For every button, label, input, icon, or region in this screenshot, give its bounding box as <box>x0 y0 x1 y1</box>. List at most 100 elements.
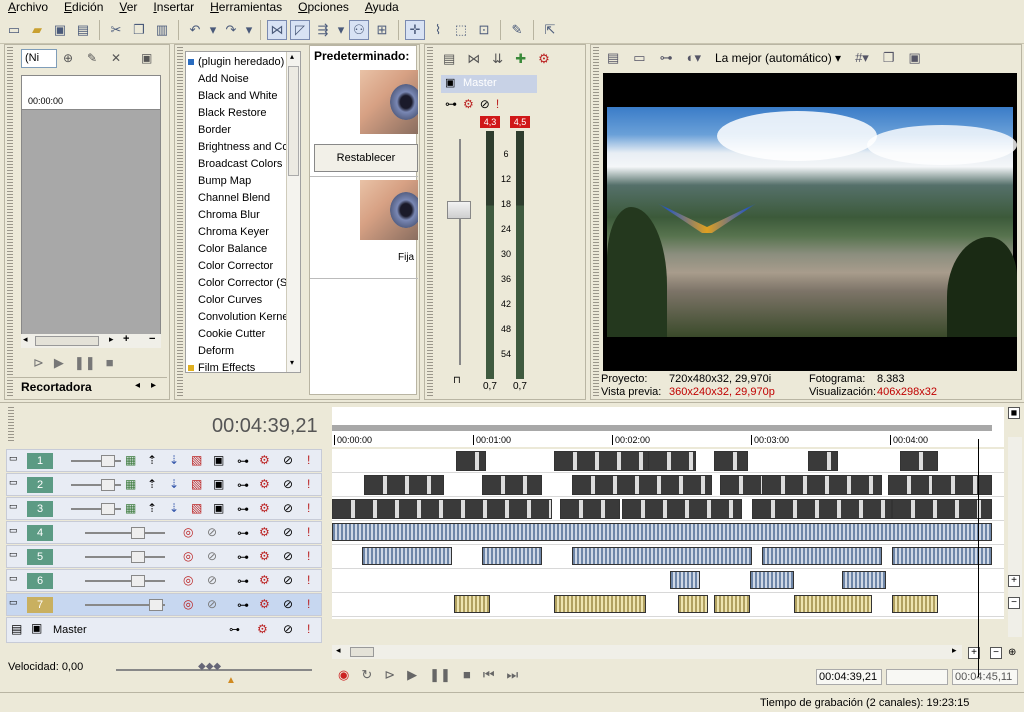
menu-herramientas[interactable]: Herramientas <box>202 0 290 16</box>
scroll-thumb[interactable] <box>288 66 299 176</box>
mute-icon[interactable]: ⊘ <box>283 622 293 636</box>
scroll-left-icon[interactable]: ◂ <box>23 334 28 345</box>
fx-list-item[interactable]: Chroma Keyer <box>186 224 300 241</box>
speed-slider[interactable]: ◆◆◆ ▲ <box>116 661 312 686</box>
volume-slider[interactable] <box>85 527 165 539</box>
audio-clip[interactable] <box>750 571 794 589</box>
opacity-slider[interactable] <box>71 455 121 467</box>
tab-scroll-left-icon[interactable]: ◂ <box>135 380 140 391</box>
panel-grip[interactable] <box>427 47 433 397</box>
video-clip[interactable] <box>572 475 712 495</box>
mute-icon[interactable]: ⊘ <box>283 477 293 491</box>
fx-list-item[interactable]: Channel Blend <box>186 190 300 207</box>
track-zoom-out-icon[interactable]: − <box>1008 597 1020 609</box>
track-expand-icon[interactable]: ▭ <box>9 453 18 464</box>
pan-icon[interactable]: ⊶ <box>237 478 249 492</box>
video-clip[interactable] <box>752 499 892 519</box>
audio-clip[interactable] <box>572 547 752 565</box>
fx-gear-icon[interactable]: ⚙ <box>257 622 268 636</box>
video-clip[interactable] <box>762 475 882 495</box>
pan-icon[interactable]: ⊶ <box>237 598 249 612</box>
selection-tool-icon[interactable]: ⬚ <box>451 20 471 40</box>
track-header-4[interactable]: ▭ 4 ◎ ⊘ ⊶ ⚙ ⊘ ! <box>6 521 322 544</box>
panel-grip[interactable] <box>593 47 599 397</box>
slider-handle[interactable] <box>101 455 115 467</box>
fx-list-item[interactable]: Border <box>186 122 300 139</box>
audio-clip[interactable] <box>554 595 646 613</box>
preview-fx-icon[interactable]: ⊶ <box>660 50 673 66</box>
solo-icon[interactable]: ! <box>307 597 310 611</box>
parent-icon[interactable]: ⇡ <box>147 477 157 491</box>
pan-icon[interactable]: ⊶ <box>237 526 249 540</box>
menu-edicion[interactable]: Edición <box>56 0 111 16</box>
properties-icon[interactable]: ▤ <box>607 50 619 66</box>
tab-recortadora[interactable]: Recortadora <box>21 380 92 394</box>
scroll-up-icon[interactable]: ▴ <box>290 52 294 61</box>
downmix-icon[interactable]: ⋈ <box>467 51 480 67</box>
panel-grip[interactable] <box>8 407 14 441</box>
fx-gear-icon[interactable]: ⚙ <box>259 549 270 563</box>
loop-region[interactable] <box>332 425 992 431</box>
menu-ayuda[interactable]: Ayuda <box>357 0 407 16</box>
track-fx-icon[interactable]: ▣ <box>213 477 224 491</box>
video-clip[interactable] <box>808 451 838 471</box>
compositing-icon[interactable]: ▦ <box>125 453 136 467</box>
tab-scroll-right-icon[interactable]: ▸ <box>151 380 156 391</box>
slider-handle[interactable] <box>131 527 145 539</box>
mute-icon[interactable]: ⊘ <box>283 525 293 539</box>
fx-list-scrollbar[interactable]: ▴ ▾ <box>286 52 300 372</box>
scroll-thumb[interactable] <box>350 647 374 657</box>
external-monitor-icon[interactable]: ▭ <box>633 50 645 66</box>
cut-icon[interactable]: ✂ <box>106 20 126 40</box>
slider-handle[interactable] <box>149 599 163 611</box>
pan-icon[interactable]: ⊶ <box>229 623 240 636</box>
quality-dropdown[interactable]: La mejor (automático) ▾ <box>715 51 841 65</box>
play-icon[interactable]: ▶ <box>407 667 417 683</box>
solo-icon[interactable]: ! <box>307 477 310 491</box>
video-frame[interactable] <box>603 73 1017 371</box>
audio-clip[interactable] <box>892 595 938 613</box>
pan-icon[interactable]: ⊶ <box>237 502 249 516</box>
trimmer-timeline[interactable]: 00:00:00 <box>21 75 161 341</box>
envelope-tool-icon[interactable]: ⌇ <box>428 20 448 40</box>
fx-list-item[interactable]: Black and White <box>186 88 300 105</box>
new-file-icon[interactable]: ▭ <box>4 20 24 40</box>
audio-clip[interactable] <box>454 595 490 613</box>
play-from-start-icon[interactable]: ⊳ <box>33 355 44 373</box>
undo-dropdown-icon[interactable]: ▾ <box>208 20 218 40</box>
fx-list-item[interactable]: Add Noise <box>186 71 300 88</box>
video-clip[interactable] <box>892 499 992 519</box>
slider-handle[interactable] <box>101 479 115 491</box>
track-header-6[interactable]: ▭ 6 ◎ ⊘ ⊶ ⚙ ⊘ ! <box>6 569 322 592</box>
video-clip[interactable] <box>648 451 696 471</box>
motion-icon[interactable]: ▧ <box>191 501 202 515</box>
track-expand-icon[interactable]: ▭ <box>9 501 18 512</box>
fx-list-item[interactable]: Color Balance <box>186 241 300 258</box>
opacity-slider[interactable] <box>71 503 121 515</box>
fx-gear-icon[interactable]: ⚙ <box>259 501 270 515</box>
track-header-5[interactable]: ▭ 5 ◎ ⊘ ⊶ ⚙ ⊘ ! <box>6 545 322 568</box>
solo-icon[interactable]: ! <box>307 622 310 636</box>
playhead[interactable] <box>978 439 979 677</box>
add-media-icon[interactable]: ⊕ <box>63 51 73 65</box>
fx-list[interactable]: (plugin heredado) Add Noise Black and Whit… <box>185 51 301 373</box>
audio-clip[interactable] <box>482 547 542 565</box>
mute-icon[interactable]: ⊘ <box>283 549 293 563</box>
mute-icon[interactable]: ⊘ <box>283 501 293 515</box>
render-icon[interactable]: ✎ <box>507 20 527 40</box>
slider-handle[interactable] <box>101 503 115 515</box>
help-pointer-icon[interactable]: ⇱ <box>540 20 560 40</box>
audio-clip[interactable] <box>892 547 992 565</box>
video-clip[interactable] <box>932 475 992 495</box>
copy-snapshot-icon[interactable]: ❐ <box>883 50 895 66</box>
play-icon[interactable]: ▶ <box>54 355 64 373</box>
marker-button[interactable]: ◼ <box>1008 407 1020 419</box>
lock-envelopes-icon[interactable]: ⚇ <box>349 19 369 40</box>
track-expand-icon[interactable]: ▭ <box>9 549 18 560</box>
motion-icon[interactable]: ▧ <box>191 477 202 491</box>
audio-clip[interactable] <box>762 547 882 565</box>
overlay-grid-icon[interactable]: #▾ <box>855 50 869 66</box>
audio-clip[interactable] <box>714 595 750 613</box>
volume-slider[interactable] <box>85 551 165 563</box>
phase-icon[interactable]: ⊘ <box>207 597 217 611</box>
